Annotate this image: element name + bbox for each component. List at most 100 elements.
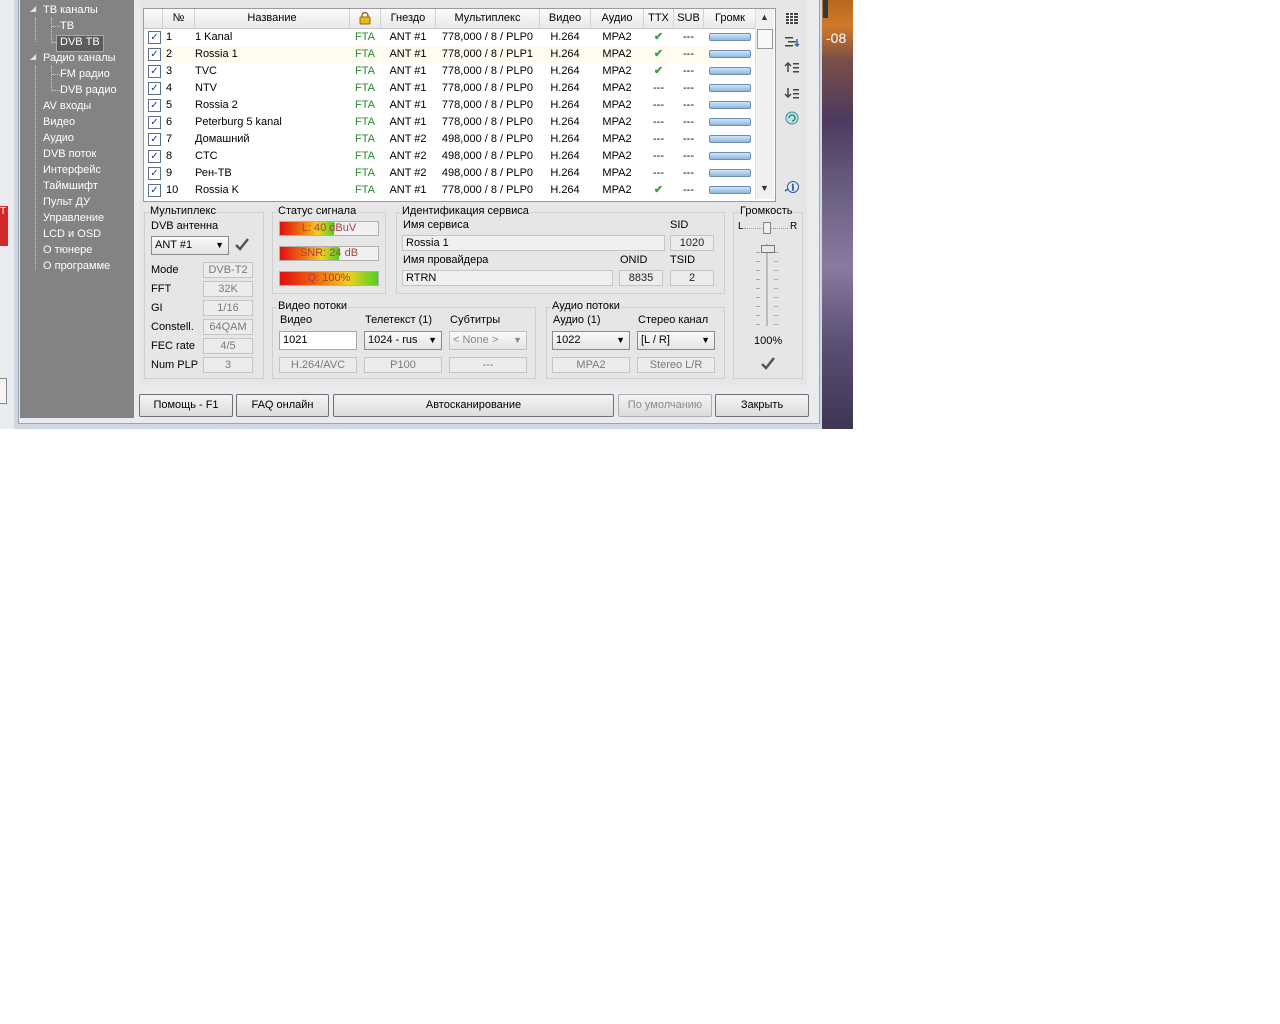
balance-slider-thumb[interactable] <box>763 222 771 234</box>
refresh-icon[interactable] <box>784 111 800 127</box>
tree-item-lcd-osd[interactable]: LCD и OSD <box>43 227 101 242</box>
stereo-info-value: Stereo L/R <box>637 357 715 373</box>
channel-volume-bar[interactable] <box>709 50 751 58</box>
channel-volume-bar[interactable] <box>709 135 751 143</box>
autoscan-button[interactable]: Автосканирование <box>333 394 614 417</box>
header-multiplex[interactable]: Мультиплекс <box>436 9 540 29</box>
channel-volume-bar[interactable] <box>709 169 751 177</box>
dvb-antenna-select[interactable]: ANT #1 ▼ <box>151 236 229 255</box>
close-button[interactable]: Закрыть <box>715 394 809 417</box>
tree-item-fm-radio[interactable]: FM радио <box>60 67 110 82</box>
collapse-arrow-icon[interactable]: ◢ <box>30 52 36 61</box>
cell-video: H.264 <box>550 133 580 145</box>
tsid-value: 2 <box>670 270 714 286</box>
volume-slider-thumb[interactable] <box>761 245 775 253</box>
subtitles-select[interactable]: < None > ▼ <box>449 331 527 350</box>
channel-enabled-checkbox[interactable]: ✓ <box>148 48 161 61</box>
header-ttx[interactable]: TTX <box>644 9 674 29</box>
table-row[interactable]: ✓ 7 Домашний FTA ANT #2 498,000 / 8 / PLP0 H.2… <box>144 131 756 148</box>
header-lock[interactable] <box>350 9 381 29</box>
apply-antenna-check-icon[interactable] <box>234 236 250 255</box>
cell-enc: FTA <box>355 116 375 128</box>
channel-enabled-checkbox[interactable]: ✓ <box>148 167 161 180</box>
stereo-channel-select[interactable]: [L / R] ▼ <box>637 331 715 350</box>
defaults-button[interactable]: По умолчанию <box>618 394 712 417</box>
tree-item-tv-channels[interactable]: ТВ каналы <box>43 3 98 18</box>
channel-enabled-checkbox[interactable]: ✓ <box>148 150 161 163</box>
tree-item-audio[interactable]: Аудио <box>43 131 74 146</box>
table-row[interactable]: ✓ 3 TVC FTA ANT #1 778,000 / 8 / PLP0 H.264 MPA… <box>144 63 756 80</box>
table-row[interactable]: ✓ 8 CTC FTA ANT #2 498,000 / 8 / PLP0 H.264 MPA… <box>144 148 756 165</box>
channel-enabled-checkbox[interactable]: ✓ <box>148 31 161 44</box>
tree-item-av-inputs[interactable]: AV входы <box>43 99 91 114</box>
help-button[interactable]: Помощь - F1 <box>139 394 233 417</box>
apply-volume-check-icon[interactable] <box>760 355 776 374</box>
audio-pid-select[interactable]: 1022 ▼ <box>552 331 630 350</box>
sort-list-icon[interactable] <box>784 35 800 51</box>
info-icon[interactable]: i <box>784 180 800 196</box>
table-row[interactable]: ✓ 10 Rossia K FTA ANT #1 778,000 / 8 / PLP0 H.… <box>144 182 756 199</box>
tree-item-interface[interactable]: Интерфейс <box>43 163 101 178</box>
tree-connector <box>51 66 52 90</box>
tree-item-dvb-tv[interactable]: DVB ТВ <box>56 35 104 52</box>
video-pid-input[interactable]: 1021 <box>279 331 357 350</box>
volume-group <box>733 212 803 379</box>
service-name-field[interactable]: Rossia 1 <box>402 235 665 251</box>
channel-volume-bar[interactable] <box>709 152 751 160</box>
channel-volume-bar[interactable] <box>709 118 751 126</box>
table-row[interactable]: ✓ 6 Peterburg 5 kanal FTA ANT #1 778,000 / 8 … <box>144 114 756 131</box>
channel-enabled-checkbox[interactable]: ✓ <box>148 184 161 197</box>
volume-slider-track[interactable] <box>766 244 768 326</box>
channel-volume-bar[interactable] <box>709 101 751 109</box>
provider-name-field[interactable]: RTRN <box>402 270 613 286</box>
dvb-antenna-value: ANT #1 <box>155 239 193 251</box>
balance-left-label: L <box>738 221 744 232</box>
table-row[interactable]: ✓ 2 Rossia 1 FTA ANT #1 778,000 / 8 / PLP1 H.2… <box>144 46 756 63</box>
tree-item-timeshift[interactable]: Таймшифт <box>43 179 98 194</box>
channel-enabled-checkbox[interactable]: ✓ <box>148 65 161 78</box>
table-row[interactable]: ✓ 4 NTV FTA ANT #1 778,000 / 8 / PLP0 H.264 MPA… <box>144 80 756 97</box>
move-up-icon[interactable] <box>784 60 800 76</box>
channel-volume-bar[interactable] <box>709 33 751 41</box>
scroll-up-icon[interactable]: ▲ <box>760 12 769 22</box>
tree-item-tv[interactable]: ТВ <box>60 19 74 34</box>
channel-volume-bar[interactable] <box>709 186 751 194</box>
collapse-arrow-icon[interactable]: ◢ <box>30 4 36 13</box>
channel-enabled-checkbox[interactable]: ✓ <box>148 116 161 129</box>
scroll-thumb[interactable] <box>757 29 773 49</box>
tree-item-remote[interactable]: Пульт ДУ <box>43 195 90 210</box>
tree-item-radio-channels[interactable]: Радио каналы <box>43 51 116 66</box>
header-volume[interactable]: Громк <box>704 9 757 29</box>
header-name[interactable]: Название <box>195 9 350 29</box>
channel-enabled-checkbox[interactable]: ✓ <box>148 133 161 146</box>
tree-item-video[interactable]: Видео <box>43 115 75 130</box>
faq-online-button[interactable]: FAQ онлайн <box>236 394 329 417</box>
tree-item-dvb-radio[interactable]: DVB радио <box>60 83 117 98</box>
cell-name: NTV <box>195 82 217 94</box>
tree-item-dvb-stream[interactable]: DVB поток <box>43 147 96 162</box>
channel-enabled-checkbox[interactable]: ✓ <box>148 82 161 95</box>
channel-volume-bar[interactable] <box>709 67 751 75</box>
tree-item-about-program[interactable]: О программе <box>43 259 110 274</box>
cell-socket: ANT #1 <box>389 116 427 128</box>
scroll-down-icon[interactable]: ▼ <box>760 183 769 193</box>
table-row[interactable]: ✓ 1 1 Kanal FTA ANT #1 778,000 / 8 / PLP0 H.26… <box>144 29 756 46</box>
video-streams-title: Видео потоки <box>277 300 349 312</box>
teletext-select[interactable]: 1024 - rus ▼ <box>364 331 442 350</box>
header-number[interactable]: № <box>163 9 195 29</box>
header-socket[interactable]: Гнездо <box>381 9 436 29</box>
channel-enabled-checkbox[interactable]: ✓ <box>148 99 161 112</box>
header-sub[interactable]: SUB <box>674 9 704 29</box>
header-audio[interactable]: Аудио <box>591 9 644 29</box>
select-all-icon[interactable] <box>784 12 800 28</box>
cell-name: Peterburg 5 kanal <box>195 116 282 128</box>
move-down-icon[interactable] <box>784 86 800 102</box>
table-row[interactable]: ✓ 5 Rossia 2 FTA ANT #1 778,000 / 8 / PLP0 H.2… <box>144 97 756 114</box>
tree-item-about-tuner[interactable]: О тюнере <box>43 243 92 258</box>
volume-value: 100% <box>754 335 783 347</box>
channel-volume-bar[interactable] <box>709 84 751 92</box>
background-window-control <box>0 378 7 404</box>
table-row[interactable]: ✓ 9 Рен-ТВ FTA ANT #2 498,000 / 8 / PLP0 H.264… <box>144 165 756 182</box>
header-video[interactable]: Видео <box>540 9 591 29</box>
tree-item-control[interactable]: Управление <box>43 211 104 226</box>
